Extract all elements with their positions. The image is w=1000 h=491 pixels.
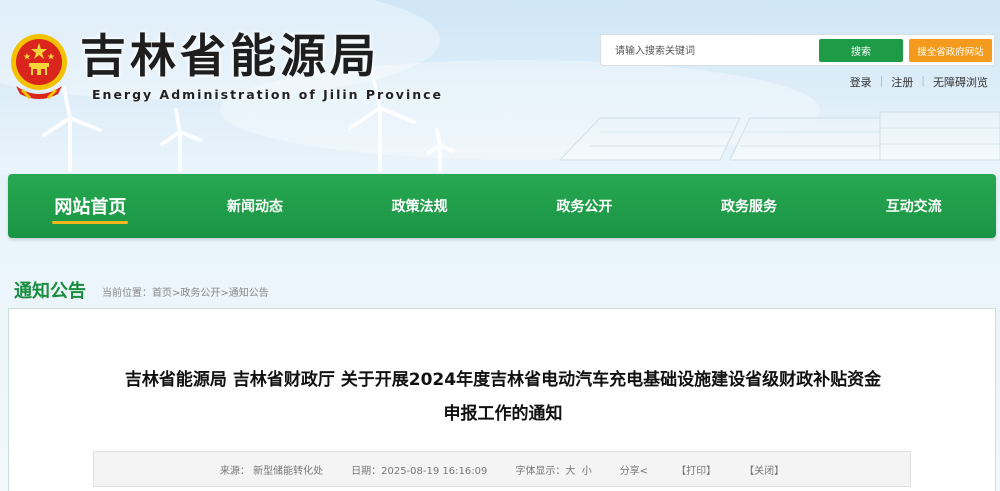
- print-button[interactable]: 【打印】: [676, 462, 716, 477]
- meta-date-value: 2025-08-19 16:16:09: [381, 465, 488, 477]
- nav-item-policy[interactable]: 政策法规: [337, 174, 502, 238]
- meta-font-label: 字体显示：: [515, 465, 566, 477]
- login-link[interactable]: 登录: [842, 74, 880, 90]
- article-meta-bar: 来源： 新型储能转化处 日期：2025-08-19 16:16:09 字体显示：…: [93, 451, 911, 487]
- breadcrumb-notices[interactable]: 通知公告: [229, 288, 269, 299]
- nav-item-news[interactable]: 新闻动态: [173, 174, 338, 238]
- close-button[interactable]: 【关闭】: [744, 462, 784, 477]
- register-link[interactable]: 注册: [883, 74, 921, 90]
- top-links: 登录 | 注册 | 无障碍浏览: [842, 74, 996, 90]
- meta-source: 来源： 新型储能转化处: [220, 462, 323, 477]
- article-panel: 吉林省能源局 吉林省财政厅 关于开展2024年度吉林省电动汽车充电基础设施建设省…: [8, 308, 996, 491]
- nav-item-home[interactable]: 网站首页: [8, 174, 173, 238]
- font-large-button[interactable]: 大: [565, 466, 575, 477]
- meta-source-label: 来源：: [219, 465, 250, 477]
- site-subtitle: Energy Administration of Jilin Province: [92, 87, 444, 102]
- breadcrumb-home[interactable]: 首页: [152, 288, 172, 299]
- meta-source-value: 新型储能转化处: [253, 465, 324, 477]
- meta-date-label: 日期：: [351, 465, 382, 477]
- main-nav: 网站首页 新闻动态 政策法规 政务公开 政务服务 互动交流: [8, 174, 996, 238]
- breadcrumb-public-affairs[interactable]: 政务公开: [180, 288, 220, 299]
- section-title: 通知公告: [14, 281, 86, 302]
- site-header: 吉林省能源局 Energy Administration of Jilin Pr…: [0, 0, 1000, 175]
- nav-item-public-affairs[interactable]: 政务公开: [502, 174, 667, 238]
- breadcrumb: 当前位置：首页>政务公开>通知公告: [102, 284, 269, 299]
- meta-font-size: 字体显示：大 小: [515, 462, 591, 477]
- nav-item-interaction[interactable]: 互动交流: [831, 174, 996, 238]
- search-button[interactable]: 搜索: [819, 39, 903, 62]
- share-button[interactable]: 分享<: [620, 462, 648, 477]
- accessibility-link[interactable]: 无障碍浏览: [925, 74, 996, 90]
- font-small-button[interactable]: 小: [582, 466, 592, 477]
- breadcrumb-separator: >: [220, 288, 229, 299]
- search-input[interactable]: [615, 41, 815, 61]
- national-emblem-icon: [11, 34, 67, 100]
- search-box: 搜索 搜全省政府网站: [600, 34, 995, 66]
- site-title: 吉林省能源局: [80, 29, 380, 83]
- search-all-sites-button[interactable]: 搜全省政府网站: [909, 39, 992, 62]
- article-title-line-2: 申报工作的通知: [443, 404, 563, 424]
- nav-item-services[interactable]: 政务服务: [667, 174, 832, 238]
- breadcrumb-prefix: 当前位置：: [102, 288, 152, 299]
- meta-date: 日期：2025-08-19 16:16:09: [351, 462, 487, 477]
- article-title-line-1: 吉林省能源局 吉林省财政厅 关于开展2024年度吉林省电动汽车充电基础设施建设省…: [124, 370, 882, 390]
- article-title: 吉林省能源局 吉林省财政厅 关于开展2024年度吉林省电动汽车充电基础设施建设省…: [69, 363, 937, 431]
